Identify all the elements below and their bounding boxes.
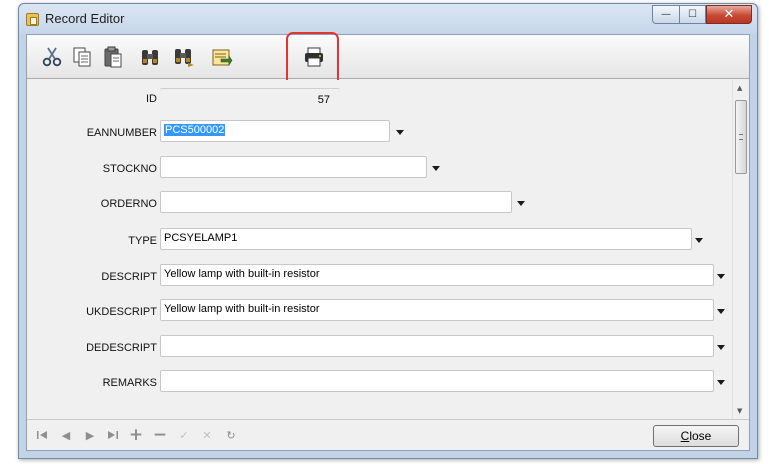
descript-dropdown-icon[interactable] (717, 274, 725, 279)
last-record-icon (108, 431, 118, 439)
first-record-icon (37, 431, 47, 439)
id-label: ID (146, 93, 157, 105)
ukdescript-dropdown-icon[interactable] (717, 309, 725, 314)
delete-icon: − (152, 425, 168, 445)
binoculars-icon (142, 50, 158, 65)
refresh-button[interactable]: ↻ (222, 426, 240, 444)
insert-icon: + (128, 425, 144, 445)
type-dropdown-icon[interactable] (695, 238, 703, 243)
caption-buttons: — ☐ ✕ (652, 5, 752, 24)
paste-button[interactable] (100, 44, 126, 70)
app-icon (26, 13, 39, 26)
cut-button[interactable] (39, 44, 65, 70)
dedescript-label: DEDESCRIPT (86, 342, 157, 354)
dedescript-dropdown-icon[interactable] (717, 345, 725, 350)
id-field: 57 (160, 88, 340, 110)
first-record-button[interactable] (33, 426, 51, 444)
maximize-button[interactable]: ☐ (679, 5, 706, 24)
minimize-icon: — (661, 9, 671, 20)
prior-record-icon: ◀ (61, 428, 71, 442)
remarks-dropdown-icon[interactable] (717, 380, 725, 385)
close-button-label: lose (689, 429, 712, 443)
eannumber-dropdown-icon[interactable] (396, 130, 404, 135)
copy-button[interactable] (69, 44, 95, 70)
record-editor-window: Record Editor — ☐ ✕ ID 57 EANNUMBER PCS5… (18, 3, 758, 459)
export-icon (212, 49, 233, 66)
close-window-button[interactable]: ✕ (706, 5, 752, 24)
next-record-icon: ▶ (85, 428, 95, 442)
delete-record-button[interactable]: − (151, 425, 169, 445)
type-label: TYPE (128, 235, 157, 247)
scroll-thumb[interactable] (735, 100, 747, 174)
stockno-label: STOCKNO (102, 163, 157, 175)
form-area: ID 57 EANNUMBER PCS500002 STOCKNO ORDERN… (27, 80, 749, 419)
scroll-down-icon[interactable]: ▼ (737, 407, 742, 415)
export-button[interactable] (209, 44, 235, 70)
orderno-field[interactable] (160, 191, 512, 213)
maximize-icon: ☐ (688, 9, 697, 20)
minimize-button[interactable]: — (652, 5, 679, 24)
post-record-button[interactable]: ✓ (175, 426, 193, 444)
eannumber-value: PCS500002 (164, 124, 226, 136)
last-record-button[interactable] (104, 426, 122, 444)
vertical-scrollbar[interactable]: ▲ ▼ (732, 80, 749, 419)
orderno-dropdown-icon[interactable] (517, 201, 525, 206)
eannumber-label: EANNUMBER (86, 127, 157, 139)
descript-label: DESCRIPT (101, 271, 157, 283)
close-icon: ✕ (723, 7, 735, 22)
ukdescript-label: UKDESCRIPT (86, 306, 157, 318)
checkmark-icon: ✓ (179, 428, 189, 442)
ukdescript-field[interactable]: Yellow lamp with built-in resistor (160, 299, 714, 321)
descript-field[interactable]: Yellow lamp with built-in resistor (160, 264, 714, 286)
copy-icon (73, 47, 91, 67)
title-bar[interactable]: Record Editor — ☐ ✕ (19, 4, 757, 34)
binoculars-next-icon (175, 49, 194, 67)
scissors-icon (42, 47, 62, 67)
cancel-icon: ✕ (202, 428, 212, 442)
scroll-up-icon[interactable]: ▲ (737, 84, 742, 92)
orderno-label: ORDERNO (100, 198, 157, 210)
navigator-bar: ◀ ▶ + − ✓ ✕ ↻ C lose (27, 419, 749, 450)
next-record-button[interactable]: ▶ (81, 426, 99, 444)
type-field[interactable]: PCSYELAMP1 (160, 228, 692, 250)
scroll-grip-icon (739, 134, 743, 140)
prior-record-button[interactable]: ◀ (57, 426, 75, 444)
find-next-button[interactable] (171, 44, 197, 70)
paste-icon (104, 46, 122, 68)
refresh-icon: ↻ (226, 428, 236, 442)
client-area: ID 57 EANNUMBER PCS500002 STOCKNO ORDERN… (26, 32, 750, 451)
close-button-mnemonic: C (680, 429, 690, 443)
stockno-field[interactable] (160, 156, 427, 178)
dedescript-field[interactable] (160, 335, 714, 357)
stockno-dropdown-icon[interactable] (432, 166, 440, 171)
eannumber-field[interactable]: PCS500002 (160, 120, 390, 142)
insert-record-button[interactable]: + (127, 425, 145, 445)
window-title: Record Editor (45, 11, 125, 26)
cancel-edit-button[interactable]: ✕ (198, 426, 216, 444)
close-button[interactable]: Close (653, 425, 739, 447)
find-button[interactable] (137, 44, 163, 70)
toolbar (27, 32, 749, 104)
remarks-field[interactable] (160, 370, 714, 392)
remarks-label: REMARKS (102, 377, 157, 389)
